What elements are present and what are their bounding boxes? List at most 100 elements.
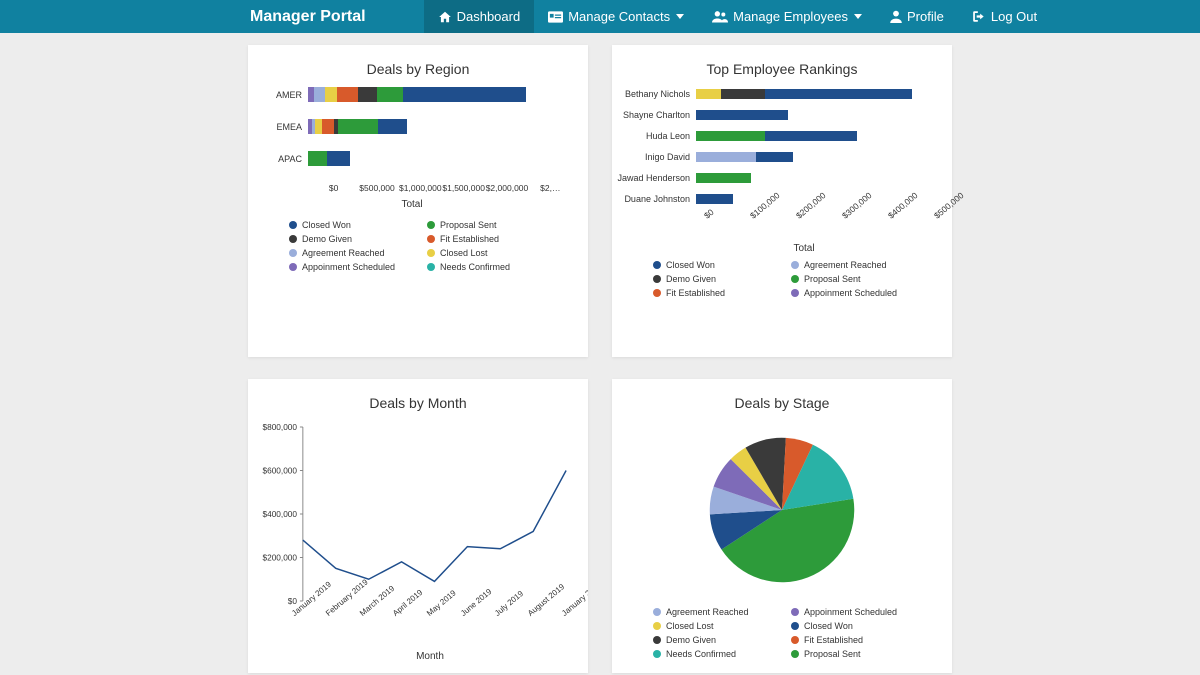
- legend-item[interactable]: Appoinment Scheduled: [289, 262, 409, 272]
- legend-swatch: [289, 263, 297, 271]
- legend-item[interactable]: Needs Confirmed: [653, 649, 773, 659]
- legend-item[interactable]: Proposal Sent: [791, 274, 911, 284]
- bar-segment[interactable]: [696, 152, 756, 162]
- legend-swatch: [427, 235, 435, 243]
- bar-segment[interactable]: [338, 119, 378, 134]
- emp-bar-track[interactable]: [696, 131, 932, 141]
- navbar: Manager Portal Dashboard Manage Contacts…: [0, 0, 1200, 33]
- legend-label: Fit Established: [440, 234, 499, 244]
- pie-chart: [612, 421, 952, 601]
- nav-employees[interactable]: Manage Employees: [698, 0, 876, 33]
- legend-item[interactable]: Proposal Sent: [791, 649, 911, 659]
- legend-item[interactable]: Closed Won: [791, 621, 911, 631]
- legend-item[interactable]: Needs Confirmed: [427, 262, 547, 272]
- bar-segment[interactable]: [756, 152, 793, 162]
- brand[interactable]: Manager Portal: [250, 8, 366, 26]
- nav-items: Dashboard Manage Contacts Manage Employe…: [424, 0, 1052, 33]
- region-bar-track[interactable]: [308, 119, 572, 134]
- region-bar-track[interactable]: [308, 87, 572, 102]
- emp-bar-row: Bethany Nichols: [616, 87, 932, 100]
- bar-segment[interactable]: [696, 110, 788, 120]
- legend-item[interactable]: Appoinment Scheduled: [791, 607, 911, 617]
- users-icon: [712, 10, 728, 23]
- chart-title-stage: Deals by Stage: [612, 379, 952, 421]
- legend-label: Closed Won: [804, 621, 853, 631]
- bar-segment[interactable]: [765, 131, 857, 141]
- region-bar-label: APAC: [252, 154, 308, 164]
- legend-item[interactable]: Agreement Reached: [653, 607, 773, 617]
- bar-segment[interactable]: [314, 87, 324, 102]
- emp-bar-track[interactable]: [696, 110, 932, 120]
- legend-item[interactable]: Closed Lost: [427, 248, 547, 258]
- bar-segment[interactable]: [696, 194, 733, 204]
- bar-segment[interactable]: [358, 87, 377, 102]
- nav-profile-label: Profile: [907, 9, 944, 24]
- emp-bar-track[interactable]: [696, 89, 932, 99]
- region-bar-label: AMER: [252, 90, 308, 100]
- emp-bar-label: Shayne Charlton: [616, 110, 696, 120]
- card-deals-by-month: Deals by Month $0$200,000$400,000$600,00…: [248, 379, 588, 673]
- legend-label: Closed Won: [666, 260, 715, 270]
- bar-segment[interactable]: [308, 151, 327, 166]
- stage-legend: Agreement Reached Appoinment Scheduled Clo…: [612, 601, 952, 669]
- legend-swatch: [427, 263, 435, 271]
- emp-bar-track[interactable]: [696, 173, 932, 183]
- id-card-icon: [548, 11, 563, 23]
- legend-label: Fit Established: [666, 288, 725, 298]
- bar-segment[interactable]: [403, 87, 527, 102]
- emp-bar-row: Shayne Charlton: [616, 108, 932, 121]
- bar-segment[interactable]: [327, 151, 350, 166]
- bar-segment[interactable]: [721, 89, 765, 99]
- legend-item[interactable]: Closed Won: [289, 220, 409, 230]
- emp-legend: Closed Won Agreement Reached Demo Given Pro…: [612, 254, 952, 308]
- bar-segment[interactable]: [377, 87, 403, 102]
- chevron-down-icon: [854, 14, 862, 19]
- legend-item[interactable]: Fit Established: [791, 635, 911, 645]
- legend-label: Closed Lost: [440, 248, 488, 258]
- emp-x-ticks: $0$100,000$200,000$300,000$400,000$500,0…: [702, 213, 932, 243]
- bar-segment[interactable]: [322, 119, 334, 134]
- legend-item[interactable]: Demo Given: [653, 635, 773, 645]
- nav-logout[interactable]: Log Out: [958, 0, 1051, 33]
- legend-item[interactable]: Closed Lost: [653, 621, 773, 631]
- nav-contacts-label: Manage Contacts: [568, 9, 670, 24]
- legend-item[interactable]: Closed Won: [653, 260, 773, 270]
- row-2: Deals by Month $0$200,000$400,000$600,00…: [0, 379, 1200, 673]
- nav-dashboard-label: Dashboard: [457, 9, 521, 24]
- emp-bar-label: Huda Leon: [616, 131, 696, 141]
- region-bar-label: EMEA: [252, 122, 308, 132]
- legend-item[interactable]: Appoinment Scheduled: [791, 288, 911, 298]
- nav-profile[interactable]: Profile: [876, 0, 958, 33]
- bar-segment[interactable]: [325, 87, 337, 102]
- nav-contacts[interactable]: Manage Contacts: [534, 0, 698, 33]
- bar-segment[interactable]: [696, 173, 751, 183]
- region-bar-track[interactable]: [308, 151, 572, 166]
- legend-item[interactable]: Demo Given: [289, 234, 409, 244]
- legend-swatch: [653, 261, 661, 269]
- bar-segment[interactable]: [696, 131, 765, 141]
- legend-label: Proposal Sent: [804, 274, 861, 284]
- bar-segment[interactable]: [337, 87, 358, 102]
- user-icon: [890, 10, 902, 23]
- legend-label: Appoinment Scheduled: [302, 262, 395, 272]
- legend-label: Needs Confirmed: [440, 262, 510, 272]
- legend-item[interactable]: Fit Established: [427, 234, 547, 244]
- bar-segment[interactable]: [696, 89, 721, 99]
- region-legend: Closed Won Proposal Sent Demo Given Fit Est…: [248, 210, 588, 284]
- legend-item[interactable]: Demo Given: [653, 274, 773, 284]
- legend-label: Demo Given: [302, 234, 352, 244]
- legend-item[interactable]: Agreement Reached: [791, 260, 911, 270]
- legend-swatch: [791, 636, 799, 644]
- emp-bar-label: Jawad Henderson: [616, 173, 696, 183]
- legend-item[interactable]: Agreement Reached: [289, 248, 409, 258]
- region-axis-label: Total: [252, 199, 572, 210]
- nav-dashboard[interactable]: Dashboard: [424, 0, 535, 33]
- bar-segment[interactable]: [378, 119, 407, 134]
- legend-swatch: [791, 275, 799, 283]
- legend-label: Demo Given: [666, 274, 716, 284]
- emp-bar-track[interactable]: [696, 152, 932, 162]
- legend-item[interactable]: Proposal Sent: [427, 220, 547, 230]
- legend-item[interactable]: Fit Established: [653, 288, 773, 298]
- bar-segment[interactable]: [765, 89, 912, 99]
- legend-label: Agreement Reached: [302, 248, 385, 258]
